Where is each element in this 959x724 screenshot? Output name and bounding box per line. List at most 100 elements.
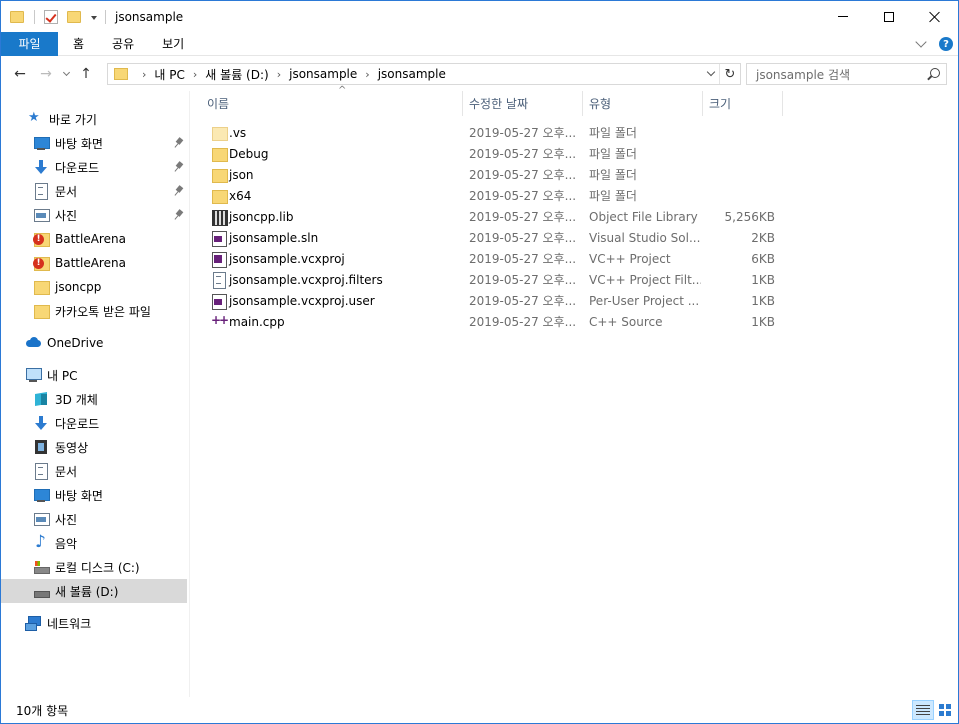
- pin-icon: [175, 210, 183, 220]
- minimize-button[interactable]: [820, 1, 866, 32]
- sidebar-item-music[interactable]: 음악: [1, 531, 187, 555]
- chevron-right-icon[interactable]: ›: [277, 68, 281, 81]
- sidebar-item-this-pc[interactable]: 내 PC: [1, 363, 187, 387]
- pin-icon: [175, 162, 183, 172]
- refresh-button[interactable]: ↻: [720, 64, 740, 84]
- file-list: 이름 ^ 수정한 날짜 유형 크기 .vs 2019-05-27 오후... 파…: [191, 85, 958, 697]
- file-date: 2019-05-27 오후...: [469, 252, 577, 266]
- chevron-right-icon[interactable]: ›: [142, 68, 146, 81]
- folder-icon: [114, 68, 128, 80]
- new-folder-icon[interactable]: [67, 10, 81, 23]
- file-size: [703, 164, 775, 185]
- download-icon: [33, 415, 49, 431]
- column-header-label: 이름: [207, 97, 230, 111]
- properties-icon[interactable]: [44, 9, 58, 24]
- sidebar-item-volume-d[interactable]: 새 볼륨 (D:): [1, 579, 187, 603]
- up-button[interactable]: ↑: [73, 61, 99, 87]
- sidebar-item-onedrive[interactable]: OneDrive: [1, 331, 187, 355]
- sidebar-item-pc-desktop[interactable]: 바탕 화면: [1, 483, 187, 507]
- close-icon: [929, 11, 941, 23]
- sidebar-item-desktop[interactable]: 바탕 화면: [1, 131, 187, 155]
- table-row[interactable]: .vs 2019-05-27 오후... 파일 폴더: [191, 122, 958, 143]
- sidebar-item-quick-access[interactable]: 바로 가기: [1, 107, 187, 131]
- sidebar-item-pc-documents[interactable]: 문서: [1, 459, 187, 483]
- sidebar-item-network[interactable]: 네트워크: [1, 611, 187, 635]
- warning-folder-icon: [33, 231, 50, 247]
- onedrive-cloud-icon: [25, 335, 41, 351]
- file-name-cell: .vs: [211, 122, 461, 143]
- folder-icon[interactable]: [10, 10, 24, 23]
- table-row[interactable]: main.cpp 2019-05-27 오후... C++ Source 1KB: [191, 311, 958, 332]
- column-header-size[interactable]: 크기: [703, 91, 783, 116]
- forward-button[interactable]: →: [33, 61, 59, 87]
- table-row[interactable]: jsonsample.vcxproj.user 2019-05-27 오후...…: [191, 290, 958, 311]
- sidebar-item-3d-objects[interactable]: 3D 개체: [1, 387, 187, 411]
- table-row[interactable]: jsonsample.vcxproj 2019-05-27 오후... VC++…: [191, 248, 958, 269]
- sidebar-item-pictures[interactable]: 사진: [1, 203, 187, 227]
- large-icons-view-button[interactable]: [934, 700, 956, 720]
- file-name: .vs: [229, 125, 247, 140]
- file-name-cell: jsoncpp.lib: [211, 206, 461, 227]
- chevron-right-icon[interactable]: ›: [365, 68, 369, 81]
- sidebar-item-pc-pictures[interactable]: 사진: [1, 507, 187, 531]
- breadcrumb-this-pc[interactable]: 내 PC: [154, 66, 184, 83]
- file-size: 6KB: [751, 251, 775, 266]
- file-name-cell: jsonsample.sln: [211, 227, 461, 248]
- toolbar-separator: [105, 9, 106, 24]
- file-name: json: [229, 167, 254, 182]
- table-row[interactable]: Debug 2019-05-27 오후... 파일 폴더: [191, 143, 958, 164]
- file-size: 1KB: [751, 314, 775, 329]
- expand-ribbon-icon[interactable]: [915, 36, 927, 48]
- document-icon: [33, 463, 49, 480]
- sidebar-item-videos[interactable]: 동영상: [1, 435, 187, 459]
- sidebar-item-jsoncpp[interactable]: jsoncpp: [1, 275, 187, 299]
- breadcrumb-volume-d[interactable]: 새 볼륨 (D:): [205, 66, 268, 83]
- details-view-button[interactable]: [912, 700, 934, 720]
- help-icon[interactable]: ?: [939, 37, 953, 51]
- tab-file[interactable]: 파일: [1, 31, 58, 56]
- user-file-icon: [211, 293, 227, 310]
- back-button[interactable]: ←: [7, 61, 33, 87]
- column-header-type[interactable]: 유형: [583, 91, 703, 116]
- tab-home[interactable]: 홈: [58, 32, 98, 56]
- search-icon[interactable]: [930, 68, 940, 78]
- sidebar-item-pc-downloads[interactable]: 다운로드: [1, 411, 187, 435]
- sidebar-item-battlearena-2[interactable]: BattleArena: [1, 251, 187, 275]
- chevron-right-icon[interactable]: ›: [193, 68, 197, 81]
- search-input[interactable]: jsonsample 검색: [746, 63, 947, 85]
- recent-locations-button[interactable]: [59, 68, 73, 77]
- file-size: 1KB: [751, 293, 775, 308]
- address-bar[interactable]: › 내 PC › 새 볼륨 (D:) › jsonsample › jsonsa…: [107, 63, 741, 85]
- sidebar-item-downloads[interactable]: 다운로드: [1, 155, 187, 179]
- table-row[interactable]: jsonsample.vcxproj.filters 2019-05-27 오후…: [191, 269, 958, 290]
- address-history-button[interactable]: [702, 64, 720, 84]
- table-row[interactable]: jsonsample.sln 2019-05-27 오후... Visual S…: [191, 227, 958, 248]
- sidebar-item-kakaotalk-files[interactable]: 카카오톡 받은 파일: [1, 299, 187, 323]
- video-icon: [33, 439, 49, 455]
- close-button[interactable]: [912, 1, 958, 32]
- table-row[interactable]: jsoncpp.lib 2019-05-27 오후... Object File…: [191, 206, 958, 227]
- file-name: jsoncpp.lib: [229, 209, 294, 224]
- sidebar-item-battlearena[interactable]: BattleArena: [1, 227, 187, 251]
- sidebar-item-documents[interactable]: 문서: [1, 179, 187, 203]
- back-arrow-icon: ←: [14, 66, 26, 82]
- table-row[interactable]: x64 2019-05-27 오후... 파일 폴더: [191, 185, 958, 206]
- tab-share[interactable]: 공유: [98, 32, 148, 56]
- column-header-label: 수정한 날짜: [469, 97, 529, 111]
- file-name: jsonsample.vcxproj.user: [229, 293, 375, 308]
- refresh-icon: ↻: [724, 66, 736, 82]
- folder-icon: [33, 303, 50, 319]
- column-header-name[interactable]: 이름 ^: [201, 85, 463, 116]
- explorer-window: jsonsample 파일 홈 공유 보기 ? ← → ↑ › 내 PC › 새…: [0, 0, 959, 724]
- breadcrumb-jsonsample-parent[interactable]: jsonsample: [289, 67, 357, 81]
- desktop-icon: [33, 487, 50, 503]
- music-icon: [33, 532, 49, 552]
- ribbon-right-controls: ?: [915, 32, 958, 56]
- maximize-button[interactable]: [866, 1, 912, 32]
- tab-view[interactable]: 보기: [148, 32, 198, 56]
- column-header-date[interactable]: 수정한 날짜: [463, 91, 583, 116]
- table-row[interactable]: json 2019-05-27 오후... 파일 폴더: [191, 164, 958, 185]
- customize-toolbar-icon[interactable]: [91, 15, 97, 20]
- breadcrumb-jsonsample[interactable]: jsonsample: [378, 67, 446, 81]
- sidebar-item-local-disk-c[interactable]: 로컬 디스크 (C:): [1, 555, 187, 579]
